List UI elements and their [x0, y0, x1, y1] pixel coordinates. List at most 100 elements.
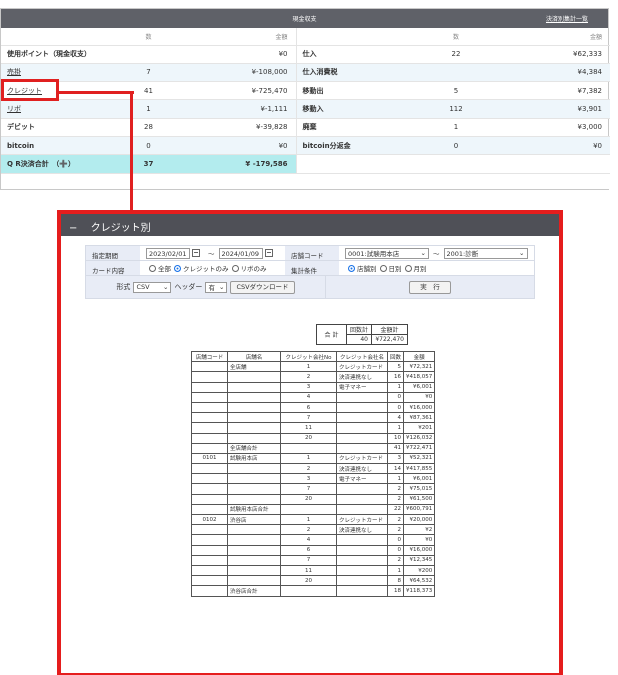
radio-card-credit-only[interactable]	[174, 264, 181, 272]
table-cell	[191, 524, 228, 536]
store-to-select[interactable]: 2001:診断 ⌄	[443, 247, 528, 259]
summary-title: 現金収支	[292, 16, 317, 23]
calendar-icon[interactable]	[192, 249, 200, 257]
table-cell	[191, 473, 228, 485]
radio-label: 店舗別	[357, 265, 377, 273]
table-cell	[336, 575, 388, 587]
summary-table: 数金額数金額 使用ポイント（現金収支） ¥0 仕入 22 ¥62,333 売掛 7 ¥-108,…	[1, 28, 610, 190]
table-cell: ¥600,791	[403, 503, 436, 516]
table-cell: クレジットカード	[336, 452, 388, 465]
table-cell	[227, 544, 281, 556]
col-header-store-name: 店舗名	[227, 350, 281, 363]
table-row: 3 電子マネー 1 ¥6,001	[191, 473, 436, 485]
table-cell: ¥64,532	[403, 575, 436, 587]
credit-section: − クレジット別 指定期間 2023/02/01 〜 2024/01/09 店舗…	[57, 210, 563, 675]
highlight-connector-vertical	[130, 91, 133, 214]
table-cell	[227, 575, 281, 587]
table-cell: 10	[386, 432, 405, 444]
summary-count: 112	[416, 99, 496, 119]
table-row: 2 決済連携なし 16 ¥418,057	[191, 371, 436, 383]
table-header-row: 店舗コード 店舗名 クレジット会社No クレジット会社名 回数 金額	[191, 350, 436, 363]
highlight-box	[1, 79, 59, 101]
radio-agg-daily[interactable]	[379, 264, 387, 272]
summary-label-text[interactable]: リボ	[7, 105, 21, 113]
table-cell	[191, 503, 228, 516]
table-cell: ¥6,001	[403, 473, 436, 485]
summary-amount: ¥0	[181, 45, 297, 64]
table-cell	[336, 554, 388, 566]
table-cell: 7	[280, 412, 337, 424]
radio-agg-monthly[interactable]	[404, 264, 412, 272]
table-cell	[227, 371, 281, 383]
table-cell	[227, 422, 281, 434]
table-cell: 試験用本店	[227, 452, 281, 465]
table-cell: クレジットカード	[336, 361, 388, 373]
table-cell	[191, 401, 228, 414]
summary-row: 売掛 7 ¥-108,000 仕入消費税 ¥4,384	[1, 63, 610, 83]
format-select[interactable]: CSV ⌄	[133, 281, 172, 293]
table-cell	[191, 432, 228, 444]
summary-column-header	[1, 28, 116, 46]
table-cell	[227, 534, 281, 546]
table-cell: 0	[386, 534, 405, 546]
table-cell	[336, 544, 388, 556]
col-header-amount: 金額	[403, 350, 436, 363]
table-cell	[227, 473, 281, 485]
table-row: 渋谷店合計 18 ¥118,373	[191, 585, 436, 597]
table-cell: ¥2	[403, 524, 436, 536]
summary-spacer-cell	[1, 173, 610, 190]
summary-count: 7	[116, 63, 181, 83]
radio-label: リボのみ	[240, 265, 267, 273]
summary-empty-cell	[296, 154, 610, 174]
table-row: 7 2 ¥12,345	[191, 554, 436, 566]
table-cell	[191, 564, 228, 577]
table-cell: ¥16,000	[403, 401, 436, 414]
summary-label-text[interactable]: 売掛	[7, 68, 21, 76]
summary-header: 現金収支 決済別集計一覧	[1, 9, 608, 28]
date-to-input[interactable]: 2024/01/09	[218, 247, 263, 259]
chevron-down-icon: ⌄	[162, 283, 169, 291]
filter-form: 指定期間 2023/02/01 〜 2024/01/09 店舗コード 0001:…	[85, 245, 535, 299]
summary-amount: ¥0	[181, 136, 297, 156]
header-select[interactable]: 有 ⌄	[205, 281, 228, 293]
table-row: 試験用本店合計 22 ¥600,791	[191, 503, 436, 516]
table-cell: 1	[386, 473, 405, 485]
summary-count: 1	[116, 99, 181, 119]
table-cell: 渋谷店合計	[227, 585, 281, 597]
table-cell	[227, 391, 281, 403]
run-button[interactable]: 実 行	[409, 280, 451, 294]
summary-count: 5	[416, 81, 496, 101]
cash-summary-panel: 現金収支 決済別集計一覧 数金額数金額 使用ポイント（現金収支） ¥0 仕入 22 ¥62…	[0, 8, 610, 191]
summary-count: 37	[116, 154, 181, 174]
summary-amount: ¥7,382	[496, 81, 610, 101]
payment-summary-link[interactable]: 決済別集計一覧	[546, 14, 588, 23]
summary-count: 22	[416, 45, 496, 64]
summary-amount: ¥3,000	[496, 118, 610, 137]
radio-label: 月別	[413, 265, 427, 273]
table-cell: 1	[280, 452, 337, 465]
minus-icon[interactable]: −	[69, 223, 77, 234]
radio-card-all[interactable]	[149, 264, 156, 272]
radio-label: 全部	[158, 265, 171, 273]
table-cell	[191, 371, 228, 383]
total-amount-header: 金額計	[371, 324, 408, 335]
table-cell	[336, 564, 388, 577]
csv-download-button[interactable]: CSVダウンロード	[230, 280, 295, 294]
store-from-select[interactable]: 0001:試験用本店 ⌄	[345, 247, 429, 259]
table-cell: 0101	[191, 452, 228, 465]
date-from-input[interactable]: 2023/02/01	[146, 247, 190, 259]
credit-section-header[interactable]: − クレジット別	[61, 214, 559, 236]
table-cell: 2	[386, 524, 405, 536]
table-row: 20 8 ¥64,532	[191, 575, 436, 587]
summary-amount: ¥4,384	[496, 63, 610, 83]
summary-column-header: 数	[116, 28, 181, 46]
radio-label: クレジットのみ	[183, 265, 229, 273]
table-cell: 20	[280, 493, 337, 505]
table-cell: ¥75,015	[403, 483, 436, 495]
calendar-icon[interactable]	[264, 249, 273, 257]
radio-agg-store[interactable]	[348, 264, 355, 272]
radio-card-revolving-only[interactable]	[231, 264, 239, 272]
chevron-down-icon: ⌄	[519, 249, 525, 257]
table-row: 2 決済連携なし 2 ¥2	[191, 524, 436, 536]
table-cell	[191, 381, 228, 393]
